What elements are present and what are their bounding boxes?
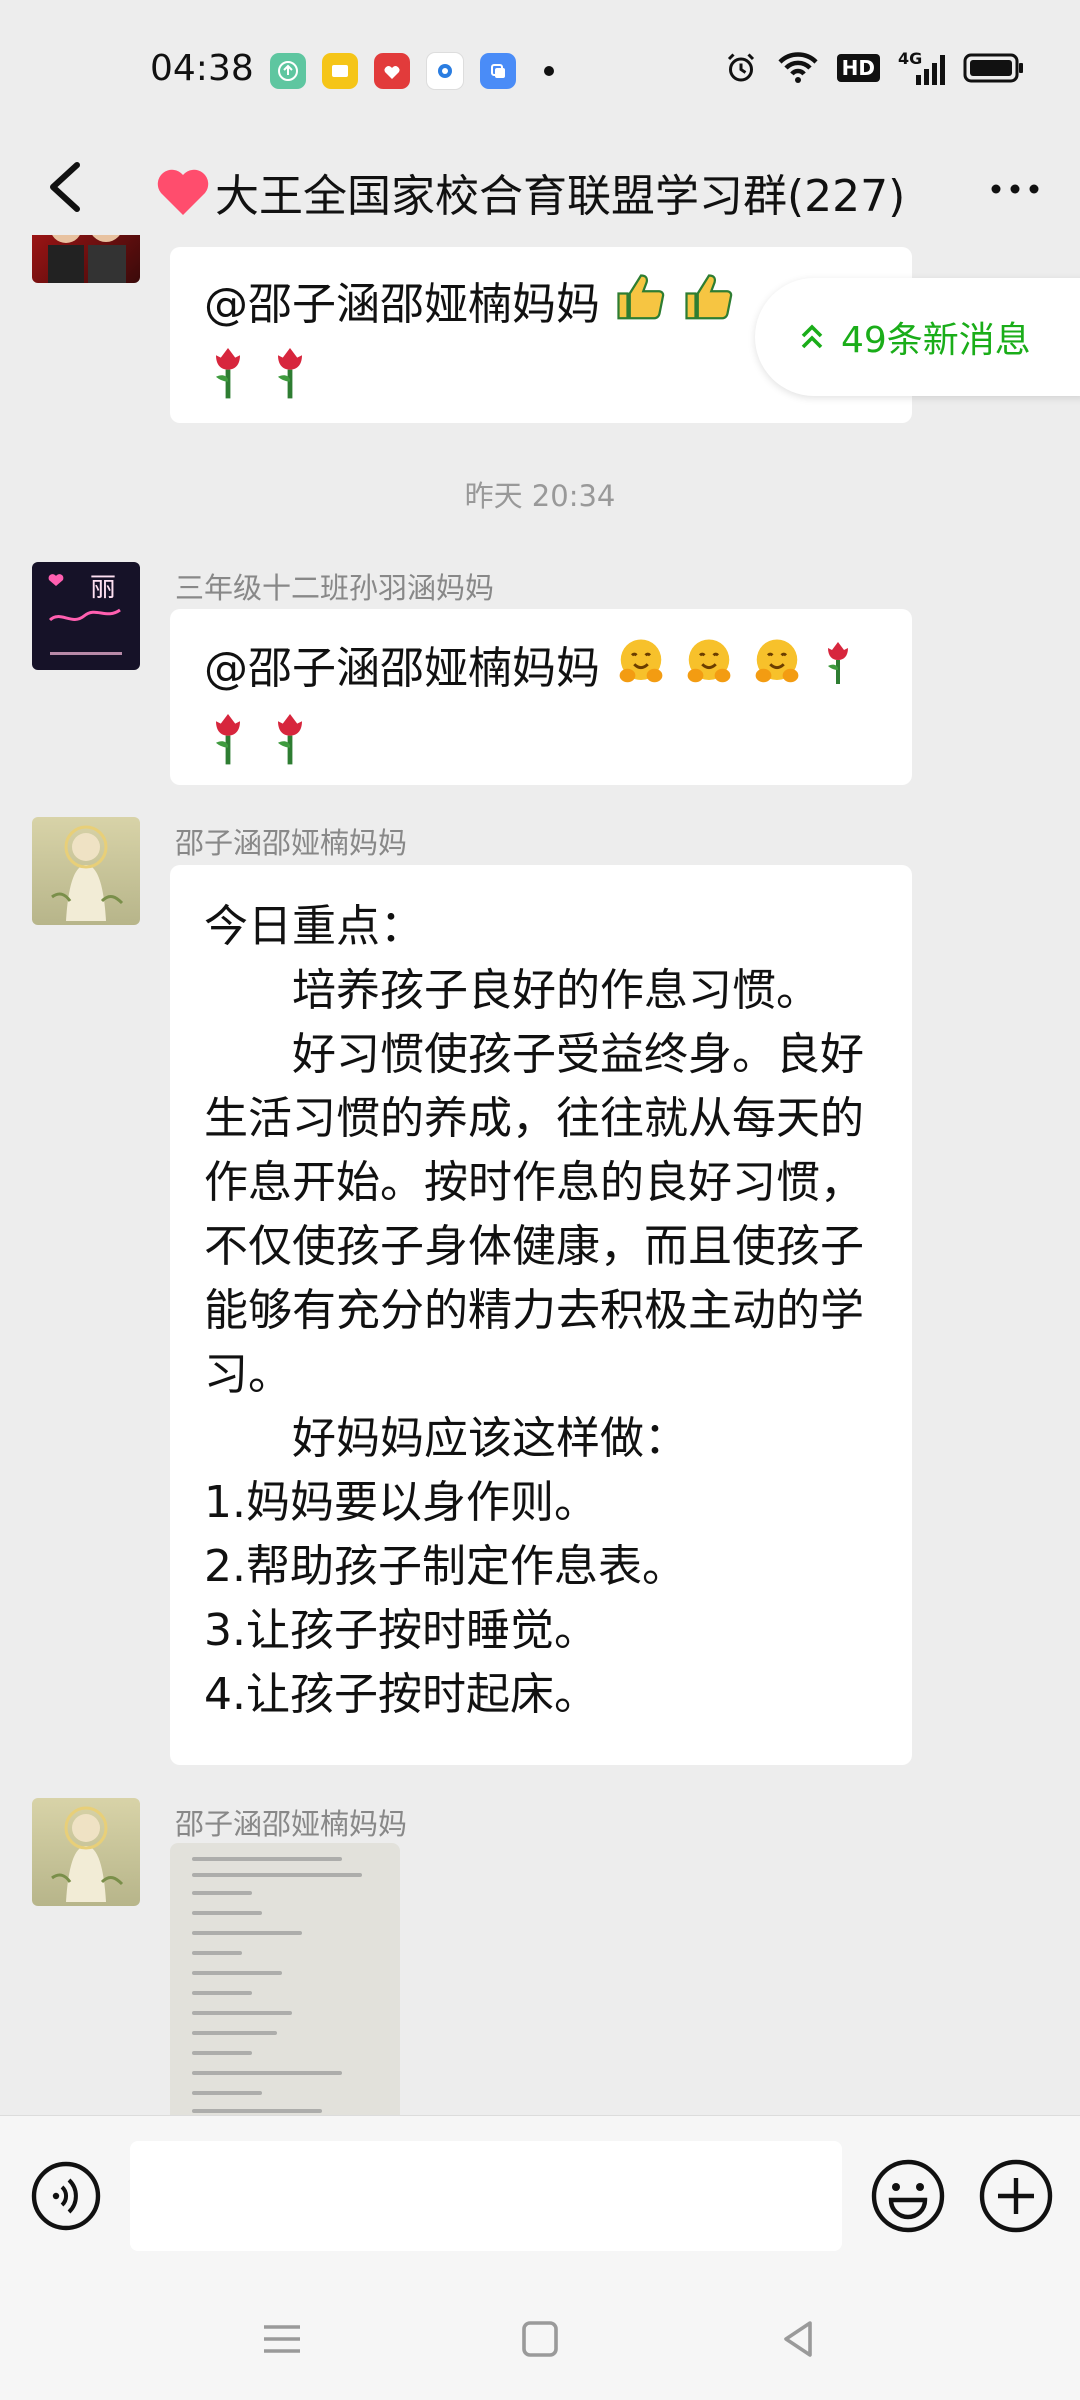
sender-name: 邵子涵邵娅楠妈妈 [175, 826, 408, 860]
system-icons: HD 4G [723, 49, 1025, 86]
rose-icon [204, 709, 252, 785]
back-triangle-icon[interactable] [774, 2315, 822, 2363]
plus-icon[interactable] [978, 2158, 1054, 2234]
message-list[interactable]: @邵子涵邵娅楠妈妈 49条新消息 昨天 20:34 丽 三年级十二班孙羽涵妈妈 … [0, 235, 1080, 2115]
network-type-label: 4G [898, 49, 923, 68]
sender-name: 三年级十二班孙羽涵妈妈 [175, 571, 495, 605]
message-bubble[interactable]: @邵子涵邵娅楠妈妈 [170, 609, 912, 785]
chat-title-text: 大王全国家校合育联盟学习群(227) [215, 171, 906, 222]
menu-icon[interactable] [258, 2315, 306, 2363]
more-notifications-icon [544, 66, 554, 76]
message-text: @邵子涵邵娅楠妈妈 [204, 279, 600, 330]
message-line: 生活习惯的养成，往往就从每天的 [204, 1093, 864, 1144]
emoji-icon[interactable] [870, 2158, 946, 2234]
chat-title: 大王全国家校合育联盟学习群(227) [155, 160, 905, 224]
status-time: 04:38 [150, 48, 254, 89]
more-dots-icon[interactable] [980, 154, 1050, 224]
message-line: 3.让孩子按时睡觉。 [204, 1605, 598, 1656]
home-icon[interactable] [516, 2315, 564, 2363]
message-line: 习。 [204, 1349, 292, 1400]
clone-app-icon [480, 53, 516, 89]
message-input[interactable] [130, 2141, 842, 2251]
input-bar [0, 2115, 1080, 2276]
message-text: @邵子涵邵娅楠妈妈 [204, 643, 600, 694]
message-app-icon [322, 53, 358, 89]
alarm-icon [727, 53, 754, 82]
signal-icon: 4G [898, 49, 945, 85]
image-message-thumbnail[interactable] [170, 1843, 400, 2123]
rose-icon [266, 709, 314, 785]
message-line: 今日重点： [204, 901, 424, 952]
message-line: 好妈妈应该这样做： [204, 1413, 688, 1464]
hugging-face-icon [750, 635, 804, 707]
back-arrow-icon[interactable] [30, 152, 100, 222]
thumbs-up-icon [682, 271, 736, 343]
hugging-face-icon [614, 635, 668, 707]
avatar[interactable] [32, 817, 140, 925]
notification-icons [270, 52, 554, 90]
system-navigation-bar [0, 2275, 1080, 2400]
browser-app-icon [426, 52, 464, 90]
message-line: 1.妈妈要以身作则。 [204, 1477, 598, 1528]
message-bubble[interactable]: 今日重点： 培养孩子良好的作息习惯。 好习惯使孩子受益终身。良好 生活习惯的养成… [170, 865, 912, 1765]
rose-icon [204, 343, 252, 419]
message-line: 能够有充分的精力去积极主动的学 [204, 1285, 864, 1336]
message-line: 作息开始。按时作息的良好习惯， [204, 1157, 864, 1208]
voice-icon[interactable] [30, 2160, 102, 2232]
rose-icon [818, 633, 858, 709]
message-line: 4.让孩子按时起床。 [204, 1669, 598, 1720]
message-line: 不仅使孩子身体健康，而且使孩子 [204, 1221, 864, 1272]
hd-icon: HD [836, 54, 880, 82]
message-timestamp: 昨天 20:34 [464, 479, 616, 513]
chat-header: 大王全国家校合育联盟学习群(227) [0, 140, 1080, 235]
thumbs-up-icon [614, 271, 668, 343]
rose-icon [266, 343, 314, 419]
avatar[interactable] [32, 235, 140, 283]
avatar[interactable] [32, 1798, 140, 1906]
sender-name: 邵子涵邵娅楠妈妈 [175, 1807, 408, 1841]
message-line: 2.帮助孩子制定作息表。 [204, 1541, 686, 1592]
new-messages-button[interactable]: 49条新消息 [755, 278, 1080, 396]
red-heart-icon [157, 169, 209, 215]
new-messages-label: 49条新消息 [841, 320, 1031, 361]
battery-icon [963, 53, 1023, 83]
hugging-face-icon [682, 635, 736, 707]
upload-app-icon [270, 53, 306, 89]
svg-text:丽: 丽 [90, 573, 116, 603]
avatar[interactable]: 丽 [32, 562, 140, 670]
double-chevron-up-icon [801, 324, 823, 349]
wifi-icon [778, 52, 818, 83]
message-line: 培养孩子良好的作息习惯。 [204, 965, 820, 1016]
message-line: 好习惯使孩子受益终身。良好 [204, 1029, 864, 1080]
shopping-app-icon [374, 53, 410, 89]
status-bar: 04:38 HD 4G [0, 0, 1080, 140]
